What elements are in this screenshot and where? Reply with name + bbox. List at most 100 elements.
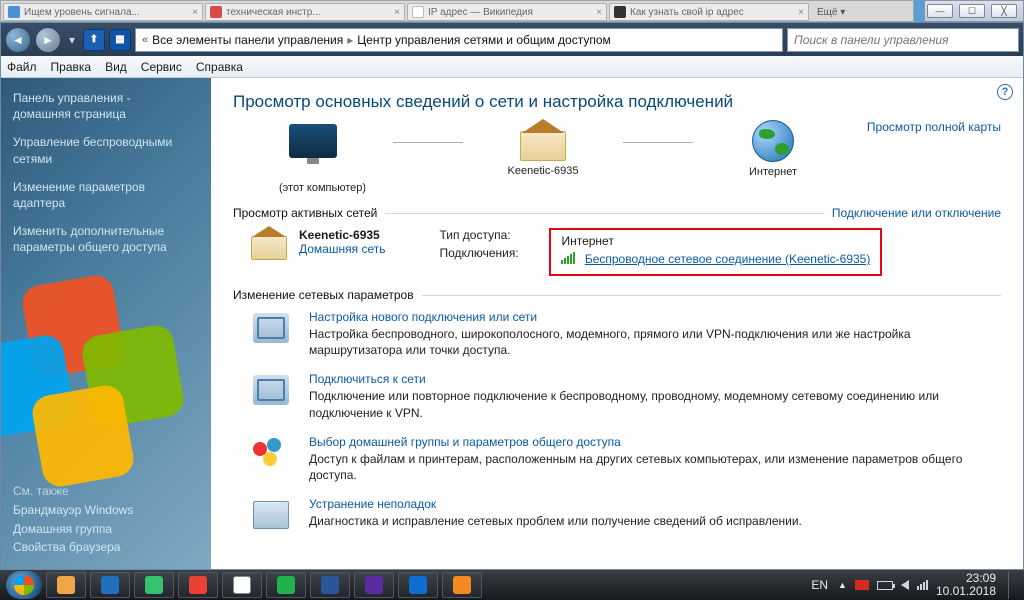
breadcrumb[interactable]: Центр управления сетями и общим доступом [357, 33, 611, 47]
menu-edit[interactable]: Правка [51, 60, 92, 74]
favicon-icon [614, 6, 626, 18]
taskbar-app-button[interactable] [266, 572, 306, 598]
page-title: Просмотр основных сведений о сети и наст… [233, 92, 1001, 112]
connections-label: Подключения: [439, 246, 535, 260]
breadcrumb[interactable]: Все элементы панели управления [152, 33, 343, 47]
explorer-navbar: ◄ ► ▾ ⬆ ▦ « Все элементы панели управлен… [1, 23, 1023, 56]
search-input[interactable] [794, 33, 1012, 47]
sidebar-link-wireless[interactable]: Управление беспроводными сетями [13, 134, 199, 166]
network-name: Keenetic-6935 [299, 228, 385, 242]
active-network-box: Keenetic-6935 Домашняя сеть Тип доступа:… [251, 228, 1001, 276]
sidebar-link-homegroup[interactable]: Домашняя группа [13, 521, 199, 537]
connect-icon [253, 375, 289, 405]
computer-icon [289, 124, 337, 158]
browser-tab[interactable]: IP адрес — Википедия× [407, 3, 607, 21]
view-full-map-link[interactable]: Просмотр полной карты [867, 120, 1001, 134]
taskbar-app-button[interactable] [222, 572, 262, 598]
menu-view[interactable]: Вид [105, 60, 127, 74]
control-panel-icon[interactable]: ▦ [109, 29, 131, 51]
taskbar-app-button[interactable] [398, 572, 438, 598]
map-node-router[interactable]: Keenetic-6935 [463, 121, 623, 177]
close-icon[interactable]: × [596, 7, 602, 18]
sidebar-link-adapter[interactable]: Изменение параметров адаптера [13, 179, 199, 211]
up-level-icon[interactable]: ⬆ [83, 29, 105, 51]
favicon-icon [210, 6, 222, 18]
taskbar-app-button[interactable] [442, 572, 482, 598]
connect-disconnect-link[interactable]: Подключение или отключение [832, 206, 1001, 220]
close-icon[interactable]: × [394, 7, 400, 18]
browser-tab[interactable]: техническая инстр...× [205, 3, 405, 21]
tray-battery-icon[interactable] [877, 581, 893, 590]
back-button[interactable]: ◄ [5, 27, 31, 53]
sidebar: Панель управления -домашняя страница Упр… [1, 78, 211, 569]
taskbar-app-button[interactable] [134, 572, 174, 598]
history-dropdown-icon[interactable]: ▾ [65, 27, 79, 53]
highlighted-connection: Интернет Беспроводное сетевое соединение… [549, 228, 882, 276]
troubleshoot-icon [253, 501, 289, 529]
sidebar-link-firewall[interactable]: Брандмауэр Windows [13, 502, 199, 518]
connection-link[interactable]: Беспроводное сетевое соединение (Keeneti… [585, 252, 871, 266]
map-node-this-pc[interactable] [233, 124, 393, 174]
menu-file[interactable]: Файл [7, 60, 37, 74]
map-node-internet[interactable]: Интернет [693, 120, 853, 178]
tray-overflow-icon[interactable]: ▲ [838, 580, 847, 590]
close-icon[interactable]: × [798, 7, 804, 18]
network-map: Keenetic-6935 Интернет Просмотр полной к… [233, 120, 1001, 178]
house-icon [251, 228, 287, 260]
taskbar: EN ▲ 23:0910.01.2018 [0, 570, 1024, 600]
signal-bars-icon [561, 252, 575, 264]
maximize-button[interactable]: ☐ [959, 4, 985, 18]
breadcrumb-prefix: « [142, 34, 148, 46]
close-button[interactable]: ╳ [991, 4, 1017, 18]
settings-item-new-connection[interactable]: Настройка нового подключения или сетиНас… [251, 310, 1001, 358]
address-bar[interactable]: « Все элементы панели управления ▸ Центр… [135, 28, 783, 52]
tray-language[interactable]: EN [809, 578, 830, 592]
show-desktop-button[interactable] [1008, 571, 1018, 599]
browser-tab[interactable]: Как узнать свой ip адрес× [609, 3, 809, 21]
network-type-link[interactable]: Домашняя сеть [299, 242, 385, 256]
sidebar-home-link[interactable]: Панель управления -домашняя страница [13, 90, 199, 122]
tray-clock[interactable]: 23:0910.01.2018 [936, 572, 996, 598]
minimize-button[interactable]: — [927, 4, 953, 18]
forward-button[interactable]: ► [35, 27, 61, 53]
content-area: ? Просмотр основных сведений о сети и на… [211, 78, 1023, 569]
window-controls: — ☐ ╳ [924, 0, 1024, 22]
menu-help[interactable]: Справка [196, 60, 243, 74]
this-computer-label: (этот компьютер) [279, 182, 1001, 194]
see-also-header: См. также [13, 484, 199, 498]
settings-item-connect[interactable]: Подключиться к сетиПодключение или повто… [251, 372, 1001, 420]
chevron-right-icon[interactable]: ▸ [347, 33, 353, 47]
taskbar-app-button[interactable] [178, 572, 218, 598]
network-setup-icon [253, 313, 289, 343]
sidebar-see-also: См. также Брандмауэр Windows Домашняя гр… [13, 484, 199, 557]
control-panel-window: ◄ ► ▾ ⬆ ▦ « Все элементы панели управлен… [0, 22, 1024, 570]
close-icon[interactable]: × [192, 7, 198, 18]
taskbar-app-button[interactable] [90, 572, 130, 598]
taskbar-app-button[interactable] [46, 572, 86, 598]
house-icon [520, 121, 566, 161]
start-button[interactable] [6, 571, 42, 599]
sidebar-link-sharing[interactable]: Изменить дополнительные параметры общего… [13, 223, 199, 255]
access-type-value: Интернет [561, 234, 870, 248]
help-icon[interactable]: ? [997, 84, 1013, 100]
menu-service[interactable]: Сервис [141, 60, 182, 74]
tray-flag-icon[interactable] [855, 580, 869, 590]
active-networks-header: Просмотр активных сетей [233, 206, 377, 220]
sidebar-link-browser-props[interactable]: Свойства браузера [13, 539, 199, 555]
taskbar-app-button[interactable] [310, 572, 350, 598]
tray-wifi-icon[interactable] [917, 580, 928, 590]
settings-item-homegroup[interactable]: Выбор домашней группы и параметров общег… [251, 435, 1001, 483]
browser-overflow[interactable]: Ещё ▾ [811, 7, 851, 18]
windows-logo-decor [1, 268, 165, 468]
menu-bar: Файл Правка Вид Сервис Справка [1, 56, 1023, 78]
change-settings-header: Изменение сетевых параметров [233, 288, 414, 302]
browser-tab[interactable]: Ищем уровень сигнала...× [3, 3, 203, 21]
settings-item-troubleshoot[interactable]: Устранение неполадокДиагностика и исправ… [251, 497, 1001, 533]
settings-list: Настройка нового подключения или сетиНас… [233, 310, 1001, 533]
search-box[interactable] [787, 28, 1019, 52]
taskbar-app-button[interactable] [354, 572, 394, 598]
favicon-icon [8, 6, 20, 18]
tray-sound-icon[interactable] [901, 580, 909, 590]
windows-orb-icon [14, 575, 34, 595]
browser-tabstrip: Ищем уровень сигнала...× техническая инс… [0, 0, 914, 22]
